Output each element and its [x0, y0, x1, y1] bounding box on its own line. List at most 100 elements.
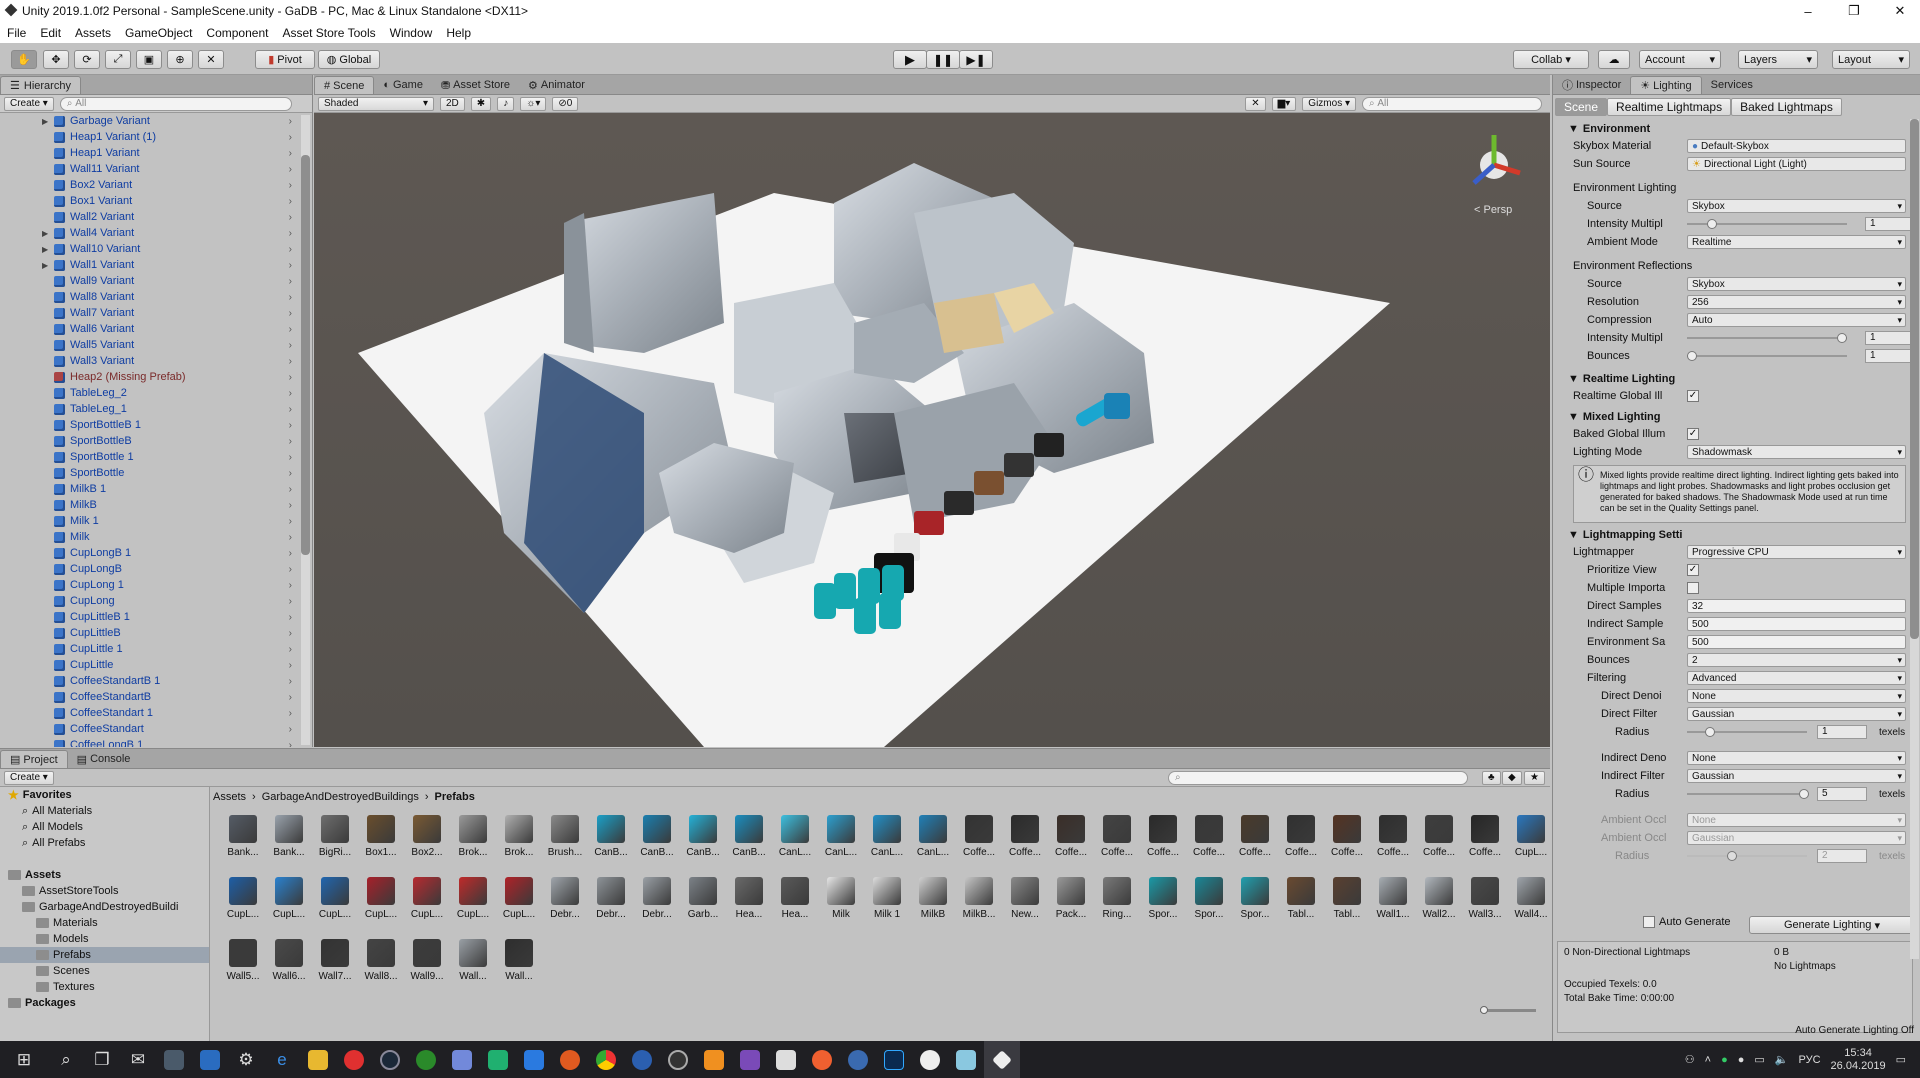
hierarchy-item[interactable]: Wall2 Variant ›: [0, 209, 312, 225]
asset-prefab-item[interactable]: Debr...: [589, 871, 633, 927]
compression-dropdown[interactable]: Auto: [1687, 313, 1906, 327]
shading-mode-dropdown[interactable]: Shaded ▾: [318, 96, 434, 111]
tab-services[interactable]: Services: [1702, 76, 1762, 94]
taskbar-app-icon[interactable]: [156, 1041, 192, 1078]
asset-prefab-item[interactable]: Wall2...: [1417, 871, 1461, 927]
hierarchy-item[interactable]: CoffeeStandartB ›: [0, 689, 312, 705]
custom-tool-icon[interactable]: ✕: [198, 50, 224, 69]
hierarchy-item[interactable]: CupLittle ›: [0, 657, 312, 673]
hierarchy-item[interactable]: Heap1 Variant ›: [0, 145, 312, 161]
hierarchy-item[interactable]: SportBottleB 1 ›: [0, 417, 312, 433]
asset-prefab-item[interactable]: Coffe...: [1233, 809, 1277, 865]
asset-prefab-item[interactable]: CupL...: [267, 871, 311, 927]
expand-arrow-icon[interactable]: ▶: [42, 117, 48, 126]
asset-prefab-item[interactable]: CupL...: [313, 871, 357, 927]
perspective-label[interactable]: < Persp: [1474, 204, 1512, 216]
breadcrumb-prefabs[interactable]: Prefabs: [435, 791, 475, 803]
refl-intensity-field[interactable]: 1: [1865, 331, 1915, 345]
taskbar-app-icon[interactable]: [552, 1041, 588, 1078]
open-prefab-icon[interactable]: ›: [289, 212, 292, 223]
pause-button[interactable]: ❚❚: [926, 50, 960, 69]
open-prefab-icon[interactable]: ›: [289, 484, 292, 495]
taskbar-app-icon[interactable]: [804, 1041, 840, 1078]
pivot-button[interactable]: ▮ Pivot: [255, 50, 315, 69]
2d-toggle[interactable]: 2D: [440, 96, 465, 111]
tray-app-icon[interactable]: ●: [1738, 1054, 1745, 1066]
open-prefab-icon[interactable]: ›: [289, 644, 292, 655]
hierarchy-item[interactable]: Wall9 Variant ›: [0, 273, 312, 289]
prioritize-view-checkbox[interactable]: ✓: [1687, 564, 1699, 576]
hierarchy-item[interactable]: CupLittleB ›: [0, 625, 312, 641]
search-icon[interactable]: ⌕: [48, 1041, 84, 1078]
favorite-star-icon[interactable]: ★: [1524, 770, 1545, 785]
asset-prefab-item[interactable]: Coffe...: [1141, 809, 1185, 865]
project-create-button[interactable]: Create ▾: [4, 770, 54, 785]
asset-prefab-item[interactable]: CanB...: [635, 809, 679, 865]
asset-prefab-item[interactable]: Wall4...: [1509, 871, 1553, 927]
open-prefab-icon[interactable]: ›: [289, 740, 292, 748]
lighting-mode-dropdown[interactable]: Shadowmask: [1687, 445, 1906, 459]
edge-browser-icon[interactable]: e: [264, 1041, 300, 1078]
open-prefab-icon[interactable]: ›: [289, 228, 292, 239]
asset-prefab-item[interactable]: Wall5...: [221, 933, 265, 989]
scrollbar-thumb[interactable]: [301, 155, 310, 555]
rotate-tool-icon[interactable]: ⟳: [74, 50, 100, 69]
move-tool-icon[interactable]: ✥: [43, 50, 69, 69]
asset-prefab-item[interactable]: Brush...: [543, 809, 587, 865]
filter-label-icon[interactable]: ◆: [1502, 770, 1522, 785]
ambient-mode-dropdown[interactable]: Realtime: [1687, 235, 1906, 249]
direct-filter-dropdown[interactable]: Gaussian: [1687, 707, 1906, 721]
asset-prefab-item[interactable]: Wall8...: [359, 933, 403, 989]
hierarchy-item[interactable]: ▶ Garbage Variant ›: [0, 113, 312, 129]
open-prefab-icon[interactable]: ›: [289, 164, 292, 175]
gizmos-dropdown[interactable]: Gizmos ▾: [1302, 96, 1356, 111]
hierarchy-item[interactable]: TableLeg_2 ›: [0, 385, 312, 401]
taskbar-app-icon[interactable]: [948, 1041, 984, 1078]
collab-button[interactable]: Collab ▾: [1513, 50, 1589, 69]
play-button[interactable]: ▶: [893, 50, 927, 69]
scene-search-input[interactable]: ⌕ All: [1362, 96, 1542, 111]
asset-prefab-item[interactable]: CanB...: [681, 809, 725, 865]
scrollbar-thumb[interactable]: [1910, 119, 1919, 639]
open-prefab-icon[interactable]: ›: [289, 436, 292, 447]
skybox-field[interactable]: ● Default-Skybox: [1687, 139, 1906, 153]
folder-tree-item[interactable]: GarbageAndDestroyedBuildi: [0, 899, 209, 915]
taskbar-app-icon[interactable]: [660, 1041, 696, 1078]
direct-denoiser-dropdown[interactable]: None: [1687, 689, 1906, 703]
hierarchy-item[interactable]: MilkB ›: [0, 497, 312, 513]
tab-asset-store[interactable]: ⛃ Asset Store: [432, 76, 519, 94]
hierarchy-item[interactable]: CupLongB ›: [0, 561, 312, 577]
asset-prefab-item[interactable]: Coffe...: [1187, 809, 1231, 865]
asset-prefab-item[interactable]: MilkB...: [957, 871, 1001, 927]
asset-prefab-item[interactable]: Coffe...: [1417, 809, 1461, 865]
hierarchy-item[interactable]: Heap2 (Missing Prefab) ›: [0, 369, 312, 385]
effects-dropdown-icon[interactable]: ☼▾: [520, 96, 547, 111]
taskbar-app-icon[interactable]: [480, 1041, 516, 1078]
cloud-icon[interactable]: ☁: [1598, 50, 1630, 69]
project-search-input[interactable]: ⌕: [1168, 770, 1468, 785]
folder-tree-item[interactable]: ⌕ All Prefabs: [0, 835, 209, 851]
hierarchy-scrollbar[interactable]: [301, 115, 310, 745]
open-prefab-icon[interactable]: ›: [289, 500, 292, 511]
indirect-samples-input[interactable]: 500: [1687, 617, 1906, 631]
folder-tree-item[interactable]: AssetStoreTools: [0, 883, 209, 899]
hierarchy-item[interactable]: Wall7 Variant ›: [0, 305, 312, 321]
network-icon[interactable]: ▭: [1754, 1053, 1764, 1066]
asset-prefab-item[interactable]: Wall9...: [405, 933, 449, 989]
asset-prefab-item[interactable]: CupL...: [451, 871, 495, 927]
volume-icon[interactable]: 🔈: [1775, 1053, 1789, 1066]
asset-prefab-item[interactable]: Coffe...: [1003, 809, 1047, 865]
sun-source-field[interactable]: ☀ Directional Light (Light): [1687, 157, 1906, 171]
hierarchy-item[interactable]: Wall8 Variant ›: [0, 289, 312, 305]
refl-source-dropdown[interactable]: Skybox: [1687, 277, 1906, 291]
unreal-engine-icon[interactable]: [912, 1041, 948, 1078]
asset-prefab-item[interactable]: Coffe...: [1371, 809, 1415, 865]
mixed-lighting-header[interactable]: ▼ Mixed Lighting: [1563, 409, 1920, 425]
tab-hierarchy[interactable]: ☰ Hierarchy: [0, 76, 81, 94]
asset-prefab-item[interactable]: MilkB: [911, 871, 955, 927]
hierarchy-item[interactable]: Box2 Variant ›: [0, 177, 312, 193]
refl-intensity-slider[interactable]: [1687, 333, 1847, 343]
refl-bounces-slider[interactable]: [1687, 351, 1847, 361]
open-prefab-icon[interactable]: ›: [289, 404, 292, 415]
filtering-dropdown[interactable]: Advanced: [1687, 671, 1906, 685]
